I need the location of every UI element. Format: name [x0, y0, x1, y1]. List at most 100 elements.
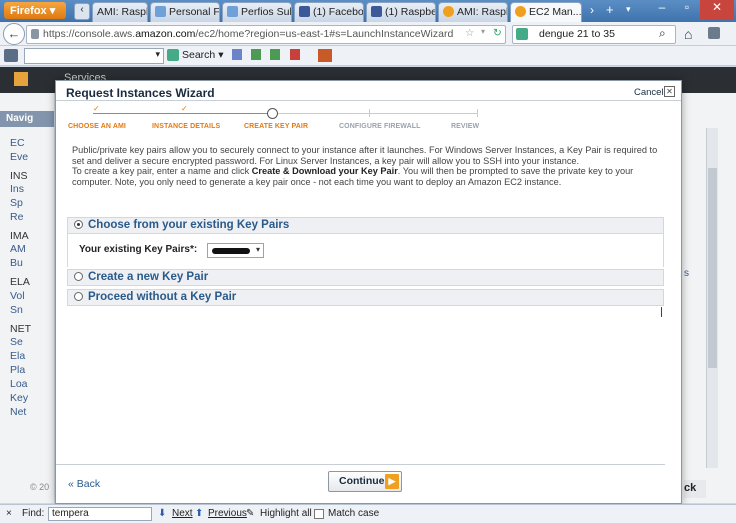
progress-track-done [93, 113, 273, 114]
toolbar-search-dropdown[interactable]: ▾ [24, 48, 164, 64]
firefox-menu-button[interactable]: Firefox ▾ [4, 2, 66, 19]
aws-icon [443, 6, 454, 17]
search-value: dengue 21 to 35 [539, 28, 615, 40]
addon-menu-icon[interactable] [4, 49, 18, 62]
option-existing-key-pairs[interactable]: Choose from your existing Key Pairs [67, 217, 664, 234]
continue-button[interactable]: Continue ▶ [328, 471, 402, 492]
tab-list-icon[interactable]: ▾ [626, 4, 631, 15]
addon-icon-1[interactable] [232, 49, 242, 60]
search-bar[interactable]: dengue 21 to 35 ⌕ [512, 25, 676, 44]
nav-item[interactable]: EC [0, 137, 54, 149]
url-bar[interactable]: https://console.aws.amazon.com/ec2/home?… [26, 25, 506, 44]
find-input[interactable]: tempera [48, 507, 152, 521]
tab-personal-finance[interactable]: Personal Fin... [150, 2, 220, 22]
search-icon[interactable]: ⌕ [659, 26, 666, 41]
reload-icon[interactable]: ↻ [493, 27, 502, 39]
window-close-icon[interactable]: ✕ [700, 0, 734, 20]
step-done-check-icon: ✓ [181, 104, 188, 113]
tab-scroll-right-icon[interactable]: › [590, 3, 594, 17]
step-create-key-pair: CREATE KEY PAIR [244, 123, 309, 130]
intro-paragraph-1: Public/private key pairs allow you to se… [72, 145, 658, 166]
chevron-down-icon: ▾ [255, 245, 260, 254]
nav-title: Navig [0, 111, 54, 127]
radio-selected[interactable] [74, 220, 83, 229]
arrow-down-icon[interactable]: ⬇ [158, 508, 166, 519]
find-label: Find: [22, 508, 45, 519]
search-engine-icon [167, 49, 179, 61]
existing-key-pairs-label: Your existing Key Pairs*: [79, 244, 198, 255]
nav-item[interactable]: Sn [0, 304, 54, 316]
addon-icon-3[interactable] [270, 49, 280, 60]
nav-section[interactable]: IMA [0, 230, 54, 242]
toolbar-search-button[interactable]: Search ▾ [182, 49, 223, 61]
nav-section[interactable]: INS [0, 170, 54, 182]
page-scrollbar[interactable] [706, 128, 718, 468]
current-step-marker [267, 108, 278, 119]
tab-scroll-left-icon[interactable]: ‹ [74, 3, 90, 20]
nav-item[interactable]: Sp [0, 197, 54, 209]
addon-grid-icon[interactable] [318, 49, 332, 62]
arrow-up-icon[interactable]: ⬆ [195, 508, 203, 519]
scrollbar-thumb[interactable] [708, 168, 717, 368]
minimize-icon[interactable]: – [650, 0, 674, 20]
url-history-icon[interactable]: ▾ [481, 27, 485, 36]
close-icon[interactable]: ✕ [664, 86, 675, 97]
tab-ami-raspberry-1[interactable]: AMI: Raspb... [92, 2, 148, 22]
nav-item[interactable]: Eve [0, 151, 54, 163]
nav-item[interactable]: AM [0, 243, 54, 255]
home-icon[interactable]: ⌂ [684, 26, 692, 42]
tab-facebook[interactable]: (1) Facebook [294, 2, 364, 22]
tab-ami-raspberry-2[interactable]: AMI: Raspb... [438, 2, 508, 22]
tab-perfios[interactable]: Perfios Subs... [222, 2, 292, 22]
match-case-label[interactable]: Match case [328, 508, 379, 519]
nav-item[interactable]: Bu [0, 257, 54, 269]
find-next-button[interactable]: Next [172, 508, 193, 519]
tab-label: (1) Raspberr... [385, 6, 435, 18]
bookmark-star-icon[interactable]: ☆ [465, 27, 474, 39]
aws-icon [515, 6, 526, 17]
nav-item[interactable]: Loa [0, 378, 54, 390]
nav-item[interactable]: Net [0, 406, 54, 418]
globe-icon [227, 6, 238, 17]
option-label: Choose from your existing Key Pairs [88, 219, 290, 231]
option-no-key-pair[interactable]: Proceed without a Key Pair [67, 289, 664, 306]
step-configure-firewall: CONFIGURE FIREWALL [339, 123, 421, 130]
nav-item[interactable]: Ins [0, 183, 54, 195]
footer-divider [56, 464, 665, 465]
tab-label: AMI: Raspb... [97, 6, 147, 18]
nav-item[interactable]: Pla [0, 364, 54, 376]
tab-raspberry-facebook[interactable]: (1) Raspberr... [366, 2, 436, 22]
radio-unselected[interactable] [74, 292, 83, 301]
continue-label: Continue [339, 475, 385, 487]
restore-icon[interactable]: ▫ [675, 0, 699, 20]
option-create-key-pair[interactable]: Create a new Key Pair [67, 269, 664, 286]
nav-item[interactable]: Se [0, 336, 54, 348]
find-previous-button[interactable]: Previous [208, 508, 247, 519]
tab-ec2-management[interactable]: EC2 Man... × [510, 2, 582, 23]
nav-section[interactable]: NET [0, 323, 54, 335]
wizard-title: Request Instances Wizard [66, 86, 215, 100]
match-case-checkbox[interactable] [314, 509, 324, 519]
new-tab-icon[interactable]: + [606, 2, 614, 17]
nav-item[interactable]: Key [0, 392, 54, 404]
tab-label: Personal Fin... [169, 6, 220, 18]
find-close-icon[interactable]: × [6, 508, 12, 519]
highlight-all-button[interactable]: Highlight all [260, 508, 312, 519]
nav-item[interactable]: Ela [0, 350, 54, 362]
back-link[interactable]: « Back [68, 478, 100, 490]
tab-label: EC2 Man... [529, 6, 582, 18]
cancel-link[interactable]: Cancel [634, 87, 664, 98]
addon-icon-4[interactable] [290, 49, 300, 60]
nav-section[interactable]: ELA [0, 276, 54, 288]
right-button-fragment[interactable]: ck [684, 480, 706, 498]
nav-item[interactable]: Vol [0, 290, 54, 302]
addon-icon-2[interactable] [251, 49, 261, 60]
radio-unselected[interactable] [74, 272, 83, 281]
globe-icon [155, 6, 166, 17]
aws-cube-icon[interactable] [14, 72, 28, 86]
nav-item[interactable]: Re [0, 211, 54, 223]
back-arrow-icon[interactable]: ← [3, 23, 25, 45]
url-suffix: /ec2/home?region=us-east-1#s=LaunchInsta… [195, 28, 454, 40]
key-pair-select[interactable]: ▾ [207, 243, 264, 258]
menu-icon[interactable] [708, 27, 720, 39]
